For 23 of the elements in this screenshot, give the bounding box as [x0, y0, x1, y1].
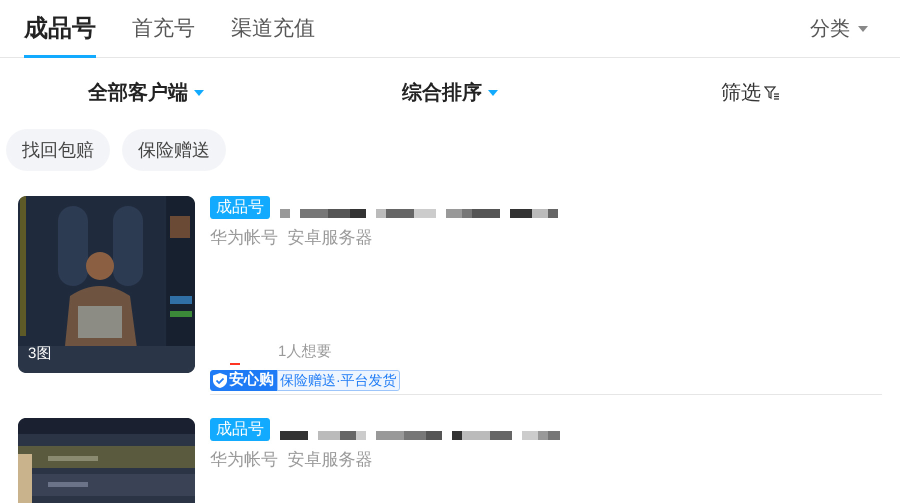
category-tag: 成品号 [210, 196, 270, 219]
wants-count: 1人想要 [278, 342, 332, 362]
filter-button[interactable]: 筛选 [721, 78, 780, 108]
filter-chip[interactable]: 找回包赔 [6, 129, 110, 171]
badge-brand: 安心购 [229, 370, 274, 390]
tab[interactable]: 首充号 [132, 0, 195, 58]
listing-subtitle: 华为帐号 安卓服务器 [210, 449, 374, 471]
listing-subtitle: 华为帐号 安卓服务器 [210, 227, 374, 249]
service-label: 保险赠送·平台发货 [277, 370, 400, 391]
category-tag: 成品号 [210, 418, 270, 441]
tab[interactable]: 渠道充值 [231, 0, 315, 58]
caret-icon [858, 26, 868, 32]
filter-icon [764, 86, 780, 100]
filter-chip[interactable]: 保险赠送 [122, 129, 226, 171]
caret-icon [488, 90, 498, 96]
sort-dropdown[interactable]: 综合排序 [402, 78, 498, 108]
tab[interactable]: 成品号 [24, 0, 96, 58]
category-button[interactable]: 分类 [810, 14, 868, 44]
photo-count: 3图 [28, 344, 52, 364]
caret-icon [194, 90, 204, 96]
shield-check-icon [213, 373, 227, 388]
price-mark [230, 363, 240, 365]
sort-dropdown[interactable]: 全部客户端 [88, 78, 204, 108]
